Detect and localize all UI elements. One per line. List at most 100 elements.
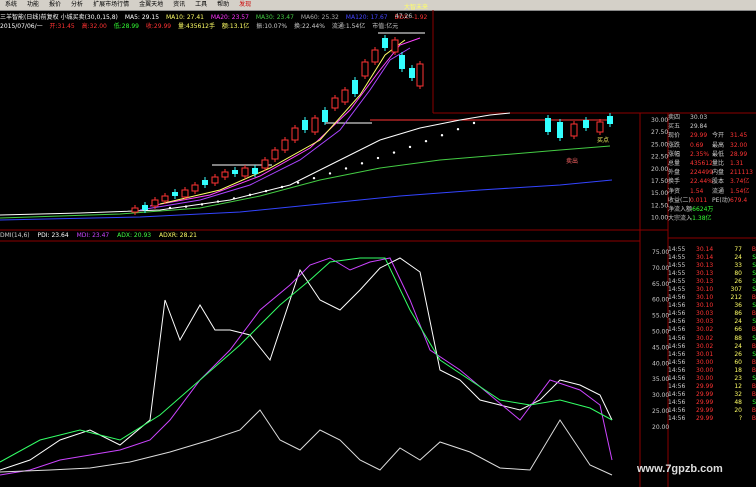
candle-body-up [241,167,249,177]
tick-direction: B [751,310,756,318]
dmi-tick: 25.00 [652,408,669,415]
quote-key: 总量 [668,159,681,167]
dmi-tick: 65.00 [652,281,669,288]
tick-price: 30.13 [696,278,714,286]
tick-time: 14:56 [668,310,686,318]
tick-time: 14:55 [668,254,686,262]
tick-row[interactable]: 14:56 29.99 12 B [668,383,756,391]
tick-price: 29.99 [696,398,714,406]
ma-dot [264,189,268,193]
candle-body-down [322,110,328,122]
tick-volume: 24 [734,342,742,350]
buy-label: 买点 [597,136,609,144]
tick-time: 14:56 [668,294,686,302]
quote-value: 2.35% [690,150,710,158]
candle-body-down [382,38,388,48]
tick-row[interactable]: 14:55 30.10 307 S [668,286,756,294]
ma-dot [440,134,444,137]
candle-body-down [202,180,208,185]
quote-key: 换手 [668,178,681,186]
tick-row[interactable]: 14:56 30.10 212 B [668,294,756,302]
quote-value2 [730,205,756,214]
tick-row[interactable]: 14:55 30.13 80 S [668,270,756,278]
candle-body-down [409,68,415,78]
tick-row[interactable]: 14:56 29.99? B [668,415,756,423]
tick-time: 14:56 [668,382,686,390]
ma-dot [184,205,188,208]
quote-key: 净流入额 [668,205,693,213]
candle-body-up [271,149,279,160]
tick-row[interactable]: 14:56 30.03 24 S [668,318,756,326]
tick-row[interactable]: 14:55 30.13 33 S [668,262,756,270]
quote-key: 净资 [668,187,681,195]
quote-key2: 最低 [712,150,725,158]
tick-row[interactable]: 14:56 30.02 66 B [668,326,756,334]
tick-volume: 88 [734,334,742,342]
quote-value2 [730,214,756,223]
candle-body-up [191,184,199,192]
tick-price: 30.00 [696,366,714,374]
tick-list[interactable]: 14:55 30.14 77 B 14:55 30.14 24 S 14:55 30.13 33 S 1… [668,246,756,423]
candle-body-down [142,205,148,210]
candle-body-down [232,170,238,174]
tick-price: 30.10 [696,294,714,302]
tick-price: 30.10 [696,286,714,294]
quote-row: 卖四 30.03 [668,113,756,122]
tick-price: 30.02 [696,334,714,342]
dmi-tick: 60.00 [652,297,669,304]
tick-row[interactable]: 14:56 30.03 86 B [668,310,756,318]
quote-value: 435612 [690,159,713,167]
quote-row: 大宗流入 -1.38亿 [668,214,756,223]
ma-dot [392,151,396,154]
candle-body-up [131,207,139,213]
price-tick: 10.00 [651,215,668,222]
tick-direction: B [751,358,756,366]
tick-time: 14:55 [668,278,686,286]
ma-dot [344,167,348,170]
tick-row[interactable]: 14:56 30.02 24 B [668,343,756,351]
tick-volume: 33 [734,262,742,270]
tick-price: 30.10 [696,302,714,310]
tick-volume: 66 [734,326,742,334]
quote-value: 22.44% [690,178,713,186]
tick-row[interactable]: 14:56 30.02 88 S [668,335,756,343]
tick-price: 30.02 [696,342,714,350]
candle-body-up [391,39,399,53]
ma-white-line [0,112,511,216]
ma-dot [200,203,204,206]
tick-time: 14:56 [668,366,686,374]
tick-row[interactable]: 14:56 30.00 60 B [668,359,756,367]
price-tick: 22.50 [651,154,668,161]
tick-row[interactable]: 14:55 30.14 24 S [668,254,756,262]
tick-row[interactable]: 14:56 30.10 36 S [668,302,756,310]
tick-row[interactable]: 14:55 30.13 26 S [668,278,756,286]
price-tick: 17.50 [651,178,668,185]
tick-volume: 20 [734,406,742,414]
kline-chart[interactable]: 30.00 27.50 25.00 22.50 20.00 17.50 15.00 12.50… [0,0,756,487]
candle-body-up [291,127,299,141]
tick-row[interactable]: 14:56 29.99 48 S [668,399,756,407]
candle-body-down [607,116,613,124]
tick-row[interactable]: 14:56 30.00 23 S [668,375,756,383]
tick-volume: 36 [734,302,742,310]
tick-volume: 18 [734,366,742,374]
quote-value2: 211113 [730,169,753,177]
dmi-tick: 75.00 [652,249,669,256]
tick-volume: 12 [734,382,742,390]
tick-row[interactable]: 14:55 30.14 77 B [668,246,756,254]
tick-direction: B [751,390,756,398]
ma-dot [280,185,284,189]
watermark: www.7gpzb.com [637,463,723,475]
quote-key: 涨跌 [668,141,681,149]
tick-time: 14:56 [668,318,686,326]
price-tick: 27.50 [651,129,668,136]
tick-row[interactable]: 14:56 30.00 18 B [668,367,756,375]
ma-dot [456,127,460,131]
price-tick: 12.50 [651,202,668,209]
price-axis: 30.00 27.50 25.00 22.50 20.00 17.50 15.00 12.50… [651,117,668,222]
tick-row[interactable]: 14:56 29.99 20 B [668,407,756,415]
tick-row[interactable]: 14:56 29.99 32 B [668,391,756,399]
tick-direction: B [751,382,756,390]
tick-row[interactable]: 14:56 30.01 26 S [668,351,756,359]
quote-key2: PE(动) [712,196,731,204]
